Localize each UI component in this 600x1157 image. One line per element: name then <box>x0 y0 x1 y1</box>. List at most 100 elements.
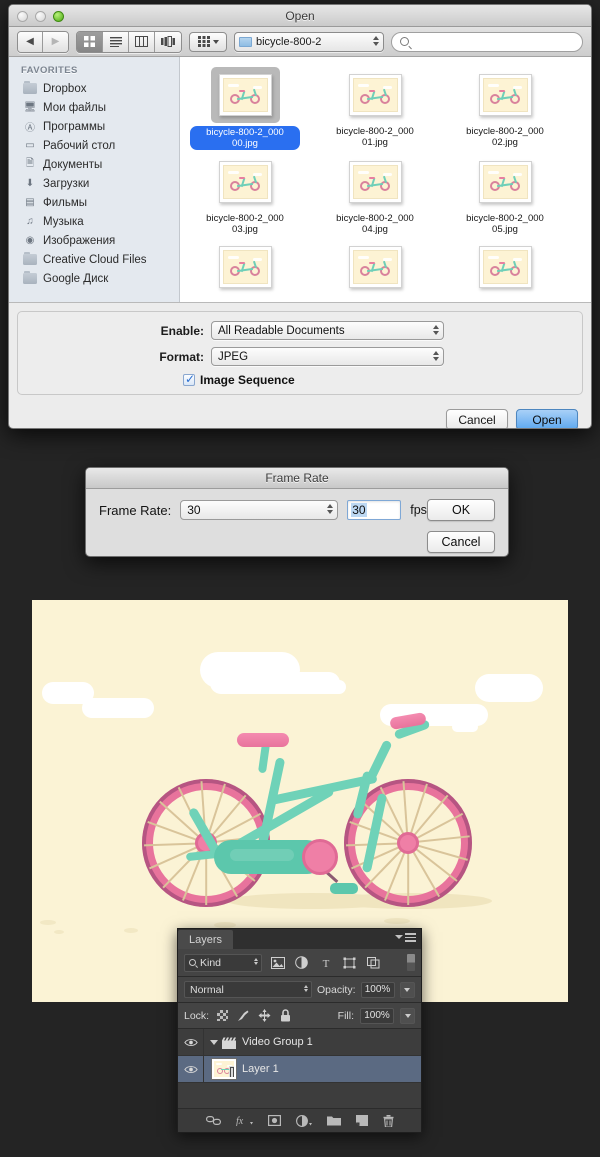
file-item[interactable] <box>180 235 310 295</box>
fill-value[interactable]: 100% <box>360 1007 394 1024</box>
format-select[interactable]: JPEG <box>211 347 444 366</box>
folder-icon <box>239 36 252 47</box>
computer-icon: 🖥 <box>23 102 37 113</box>
list-view-button[interactable] <box>103 31 129 52</box>
forward-button[interactable]: ▶ <box>43 31 68 52</box>
blend-mode-select[interactable]: Normal <box>184 981 312 998</box>
search-input[interactable] <box>391 31 583 52</box>
shape-filter-icon[interactable] <box>341 954 358 971</box>
disclosure-triangle-icon[interactable] <box>210 1039 218 1045</box>
adjustment-layer-icon[interactable] <box>295 1114 312 1127</box>
minimize-button[interactable] <box>35 11 46 22</box>
panel-menu-icon[interactable] <box>395 933 416 942</box>
layer-visibility-toggle[interactable] <box>178 1029 204 1055</box>
zoom-button[interactable] <box>53 11 64 22</box>
path-stepper-icon <box>373 35 379 46</box>
file-item[interactable] <box>310 235 440 295</box>
smartobject-filter-icon[interactable] <box>365 954 382 971</box>
file-name-label: bicycle-800-2_000 03.jpg <box>206 213 284 235</box>
sidebar-item-label: Рабочий стол <box>43 139 116 152</box>
blend-mode-value: Normal <box>190 983 224 996</box>
add-mask-icon[interactable] <box>267 1115 281 1126</box>
sidebar-item-music[interactable]: ♫ Музыка <box>9 212 179 231</box>
enable-select[interactable]: All Readable Documents <box>211 321 444 340</box>
column-view-button[interactable] <box>129 31 155 52</box>
layer-style-icon[interactable]: fx <box>236 1115 253 1126</box>
fill-dropdown-button[interactable] <box>400 1007 415 1024</box>
sidebar-item-desktop[interactable]: ▭ Рабочий стол <box>9 136 179 155</box>
file-thumbnail[interactable] <box>471 154 540 210</box>
file-item[interactable]: bicycle-800-2_000 05.jpg <box>440 150 570 235</box>
close-button[interactable] <box>17 11 28 22</box>
sidebar-item-applications[interactable]: Ⓐ Программы <box>9 117 179 136</box>
table-row[interactable]: Layer 1 <box>178 1056 421 1083</box>
adjustment-filter-icon[interactable] <box>293 954 310 971</box>
file-thumbnail[interactable] <box>210 67 280 123</box>
lock-position-icon[interactable] <box>257 1008 272 1023</box>
table-row[interactable]: Video Group 1 <box>178 1029 421 1056</box>
opacity-value[interactable]: 100% <box>360 981 395 998</box>
pixel-filter-icon[interactable] <box>269 954 286 971</box>
tab-layers[interactable]: Layers <box>178 930 234 949</box>
lock-label: Lock: <box>184 1009 210 1022</box>
new-group-icon[interactable] <box>326 1115 341 1126</box>
file-item[interactable]: bicycle-800-2_000 03.jpg <box>180 150 310 235</box>
frame-rate-input[interactable]: 30 <box>347 500 402 520</box>
icon-view-button[interactable] <box>77 31 103 52</box>
cancel-button[interactable]: Cancel <box>427 531 495 553</box>
filter-kind-select[interactable]: Kind <box>184 953 262 972</box>
pictures-icon: ◉ <box>25 235 35 246</box>
eye-icon <box>183 1065 198 1073</box>
sidebar-item-dropbox[interactable]: Dropbox <box>9 79 179 98</box>
cancel-button[interactable]: Cancel <box>446 409 508 428</box>
lock-transparent-icon[interactable] <box>215 1008 230 1023</box>
file-thumbnail[interactable] <box>471 67 540 123</box>
sidebar-item-pictures[interactable]: ◉ Изображения <box>9 231 179 250</box>
open-button[interactable]: Open <box>516 409 578 428</box>
file-name-label: bicycle-800-2_000 02.jpg <box>466 126 544 148</box>
file-thumbnail[interactable] <box>211 239 280 295</box>
file-item[interactable]: bicycle-800-2_000 04.jpg <box>310 150 440 235</box>
sidebar-item-creative-cloud-files[interactable]: Creative Cloud Files <box>9 250 179 269</box>
coverflow-icon <box>161 36 175 47</box>
file-item[interactable] <box>440 235 570 295</box>
coverflow-view-button[interactable] <box>155 31 181 52</box>
image-sequence-checkbox[interactable] <box>183 372 195 386</box>
ok-button[interactable]: OK <box>427 499 495 521</box>
sidebar-item-label: Dropbox <box>43 82 87 95</box>
new-layer-icon[interactable] <box>355 1115 368 1126</box>
frame-rate-preset-select[interactable]: 30 <box>180 500 339 520</box>
file-thumbnail[interactable] <box>341 67 410 123</box>
frame-rate-units: fps <box>410 503 427 517</box>
documents-icon: 🗎 <box>25 158 35 169</box>
sidebar-item-movies[interactable]: ▤ Фильмы <box>9 193 179 212</box>
filter-toggle-switch[interactable] <box>407 954 415 971</box>
sidebar-item-downloads[interactable]: ⬇ Загрузки <box>9 174 179 193</box>
file-thumbnail[interactable] <box>341 239 410 295</box>
file-item[interactable]: bicycle-800-2_000 01.jpg <box>310 63 440 150</box>
back-button[interactable]: ◀ <box>18 31 43 52</box>
type-filter-icon[interactable]: T <box>317 954 334 971</box>
file-thumbnail[interactable] <box>211 154 280 210</box>
file-thumbnail[interactable] <box>471 239 540 295</box>
filter-kind-label: Kind <box>200 956 222 969</box>
file-thumbnail[interactable] <box>341 154 410 210</box>
layer-visibility-toggle[interactable] <box>178 1056 204 1082</box>
delete-layer-icon[interactable] <box>383 1114 394 1127</box>
lock-all-icon[interactable] <box>278 1008 293 1023</box>
video-layer-badge-icon <box>229 1066 234 1077</box>
sidebar-item-my-files[interactable]: 🖥 Мои файлы <box>9 98 179 117</box>
image-sequence-row[interactable]: Image Sequence <box>18 372 582 387</box>
lock-image-icon[interactable] <box>236 1008 251 1023</box>
layers-panel-footer: fx <box>178 1108 421 1132</box>
opacity-dropdown-button[interactable] <box>399 981 415 998</box>
sidebar-item-documents[interactable]: 🗎 Документы <box>9 155 179 174</box>
sidebar-item-google-drive[interactable]: Google Диск <box>9 269 179 288</box>
path-popup-button[interactable]: bicycle-800-2 <box>234 31 384 52</box>
file-grid[interactable]: bicycle-800-2_000 00.jpg bicycle-800-2_00… <box>180 57 591 302</box>
front-hub <box>397 832 419 854</box>
file-item[interactable]: bicycle-800-2_000 00.jpg <box>180 63 310 150</box>
arrange-button[interactable] <box>189 31 227 52</box>
link-layers-icon[interactable] <box>205 1116 221 1125</box>
file-item[interactable]: bicycle-800-2_000 02.jpg <box>440 63 570 150</box>
